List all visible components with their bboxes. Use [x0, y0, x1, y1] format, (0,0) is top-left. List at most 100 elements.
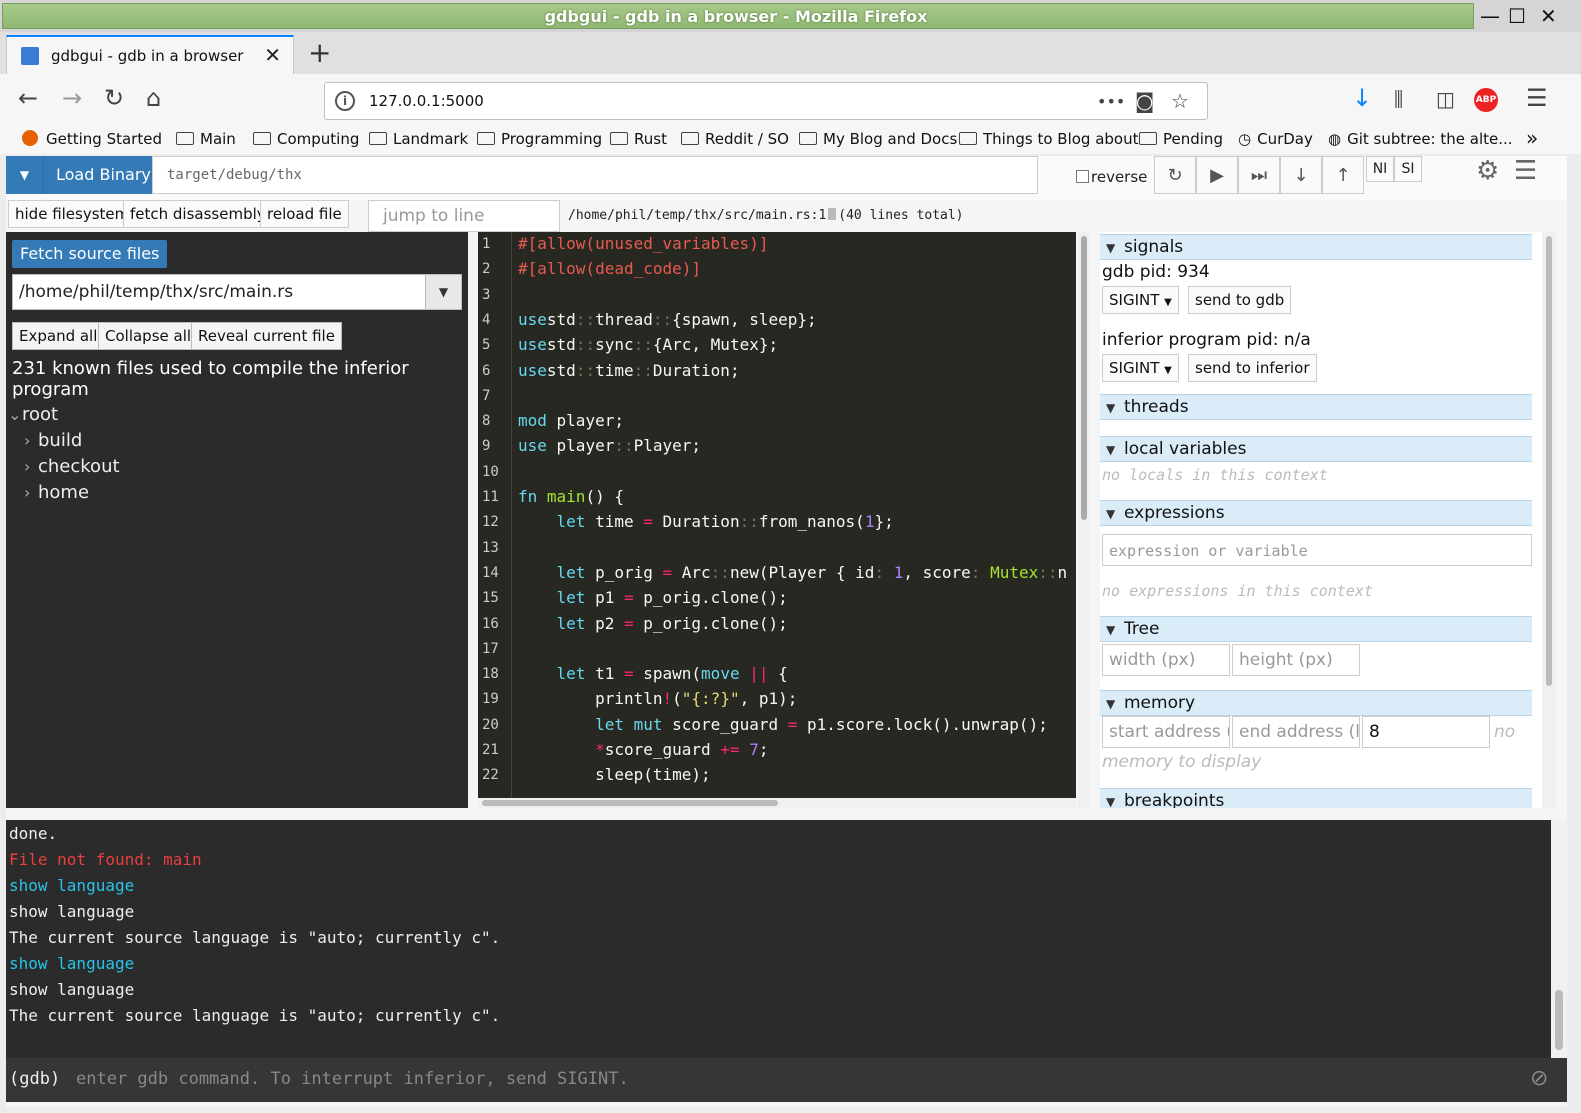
- si-button[interactable]: SI: [1394, 156, 1422, 182]
- gdb-command-input[interactable]: enter gdb command. To interrupt inferior…: [76, 1069, 629, 1089]
- continue-icon[interactable]: ▶: [1196, 156, 1238, 194]
- binary-path-input[interactable]: target/debug/thx: [152, 156, 1038, 194]
- chevron-down-icon[interactable]: ▼: [1106, 241, 1124, 255]
- scrollbar-thumb[interactable]: [482, 800, 778, 806]
- line-number[interactable]: 3: [482, 287, 490, 303]
- tree-section-header[interactable]: ▼ Tree: [1100, 616, 1532, 642]
- jump-to-line-input[interactable]: jump to line: [368, 200, 560, 232]
- memory-section-header[interactable]: ▼ memory: [1100, 690, 1532, 716]
- line-number[interactable]: 20: [482, 717, 499, 733]
- line-number[interactable]: 15: [482, 590, 499, 606]
- collapse-all-button[interactable]: Collapse all: [98, 322, 199, 350]
- info-icon[interactable]: i: [335, 91, 355, 111]
- line-number[interactable]: 8: [482, 413, 490, 429]
- next-icon[interactable]: ⏭: [1238, 156, 1280, 194]
- bookmark-rust[interactable]: Rust: [610, 130, 667, 148]
- signals-section-header[interactable]: ▼ signals: [1100, 234, 1532, 260]
- line-number[interactable]: 1: [482, 236, 490, 252]
- library-icon[interactable]: ⫼: [1394, 87, 1403, 111]
- gdb-signal-select[interactable]: SIGINT ▼: [1102, 286, 1179, 314]
- bookmark-things-to-blog[interactable]: Things to Blog about: [959, 130, 1138, 148]
- chevron-down-icon[interactable]: ▼: [1106, 795, 1124, 808]
- inferior-signal-select[interactable]: SIGINT ▼: [1102, 354, 1179, 382]
- scrollbar-thumb[interactable]: [1546, 236, 1552, 686]
- expand-all-button[interactable]: Expand all: [12, 322, 105, 350]
- line-number[interactable]: 4: [482, 312, 490, 328]
- line-number[interactable]: 11: [482, 489, 499, 505]
- horizontal-scrollbar[interactable]: [478, 798, 1076, 808]
- maximize-icon[interactable]: ☐: [1508, 4, 1526, 28]
- local-variables-section-header[interactable]: ▼ local variables: [1100, 436, 1532, 462]
- scrollbar-thumb[interactable]: [1555, 990, 1563, 1050]
- console-scrollbar[interactable]: [1551, 820, 1567, 1058]
- tree-node-build[interactable]: › build: [24, 430, 82, 451]
- chevron-down-icon[interactable]: ▼: [1106, 507, 1124, 521]
- load-dropdown-icon[interactable]: ▼: [6, 156, 44, 194]
- clear-console-icon[interactable]: ⊘: [1530, 1066, 1548, 1091]
- close-window-icon[interactable]: ✕: [1540, 4, 1557, 28]
- chevron-down-icon[interactable]: ▼: [1106, 401, 1124, 415]
- line-number[interactable]: 17: [482, 641, 499, 657]
- more-bookmarks-icon[interactable]: »: [1526, 126, 1538, 150]
- bookmark-git-subtree[interactable]: ◍ Git subtree: the alte...: [1328, 130, 1513, 148]
- forward-icon[interactable]: →: [62, 84, 82, 112]
- bookmark-getting-started[interactable]: Getting Started: [22, 130, 162, 148]
- code-vertical-scrollbar[interactable]: [1078, 232, 1090, 808]
- settings-gear-icon[interactable]: ⚙: [1476, 156, 1499, 186]
- adblock-icon[interactable]: ABP: [1474, 88, 1498, 112]
- chevron-right-icon[interactable]: ›: [24, 483, 38, 502]
- send-to-gdb-button[interactable]: send to gdb: [1188, 286, 1292, 314]
- memory-start-input[interactable]: start address (: [1102, 716, 1230, 748]
- new-tab-button[interactable]: +: [308, 36, 331, 69]
- line-number[interactable]: 12: [482, 514, 499, 530]
- line-number[interactable]: 7: [482, 388, 490, 404]
- ni-button[interactable]: NI: [1366, 156, 1394, 182]
- line-number[interactable]: 5: [482, 337, 490, 353]
- breakpoints-section-header[interactable]: ▼ breakpoints: [1100, 788, 1532, 808]
- bookmark-my-blog[interactable]: My Blog and Docs: [799, 130, 957, 148]
- tree-node-checkout[interactable]: › checkout: [24, 456, 120, 477]
- checkbox-icon[interactable]: [1076, 170, 1089, 183]
- line-number[interactable]: 14: [482, 565, 499, 581]
- line-number[interactable]: 10: [482, 464, 499, 480]
- line-number[interactable]: 9: [482, 438, 490, 454]
- app-menu-icon[interactable]: ☰: [1514, 156, 1537, 186]
- close-tab-icon[interactable]: ✕: [264, 43, 281, 67]
- sidebar-icon[interactable]: ◫: [1436, 87, 1455, 111]
- source-file-select[interactable]: /home/phil/temp/thx/src/main.rs ▼: [12, 274, 462, 310]
- chevron-down-icon[interactable]: ▼: [1106, 697, 1124, 711]
- minimize-icon[interactable]: —: [1480, 4, 1500, 28]
- reverse-checkbox[interactable]: reverse: [1076, 168, 1147, 186]
- restart-icon[interactable]: ↻: [1154, 156, 1196, 194]
- sidebar-scrollbar[interactable]: [1542, 232, 1556, 808]
- chevron-right-icon[interactable]: ›: [24, 457, 38, 476]
- bookmark-computing[interactable]: Computing: [253, 130, 359, 148]
- chevron-right-icon[interactable]: ›: [24, 431, 38, 450]
- tab-gdbgui[interactable]: gdbgui - gdb in a browser ✕: [6, 35, 294, 74]
- scrollbar-thumb[interactable]: [1081, 236, 1087, 520]
- line-number[interactable]: 19: [482, 691, 499, 707]
- line-number[interactable]: 22: [482, 767, 499, 783]
- bookmark-landmark[interactable]: Landmark: [369, 130, 468, 148]
- chevron-down-icon[interactable]: ▼: [1106, 623, 1124, 637]
- menu-icon[interactable]: ☰: [1526, 84, 1548, 112]
- reveal-current-file-button[interactable]: Reveal current file: [191, 322, 342, 350]
- expression-input[interactable]: expression or variable: [1102, 534, 1532, 566]
- line-number[interactable]: 2: [482, 261, 490, 277]
- expressions-section-header[interactable]: ▼ expressions: [1100, 500, 1532, 526]
- memory-bytes-input[interactable]: 8: [1362, 716, 1490, 748]
- tree-height-input[interactable]: height (px): [1232, 644, 1360, 676]
- chevron-down-icon[interactable]: ▼: [1106, 443, 1124, 457]
- step-out-icon[interactable]: ↑: [1322, 156, 1364, 194]
- chevron-down-icon[interactable]: ⌄: [8, 405, 22, 424]
- hide-filesystem-button[interactable]: hide filesystem: [8, 200, 137, 228]
- fetch-source-files-button[interactable]: Fetch source files: [12, 240, 168, 268]
- pocket-icon[interactable]: ◙: [1135, 89, 1154, 113]
- bookmark-programming[interactable]: Programming: [477, 130, 602, 148]
- line-number[interactable]: 6: [482, 363, 490, 379]
- reload-icon[interactable]: ↻: [104, 84, 124, 112]
- memory-end-input[interactable]: end address (l: [1232, 716, 1360, 748]
- back-icon[interactable]: ←: [18, 84, 38, 112]
- bookmark-main[interactable]: Main: [176, 130, 236, 148]
- line-number[interactable]: 16: [482, 616, 499, 632]
